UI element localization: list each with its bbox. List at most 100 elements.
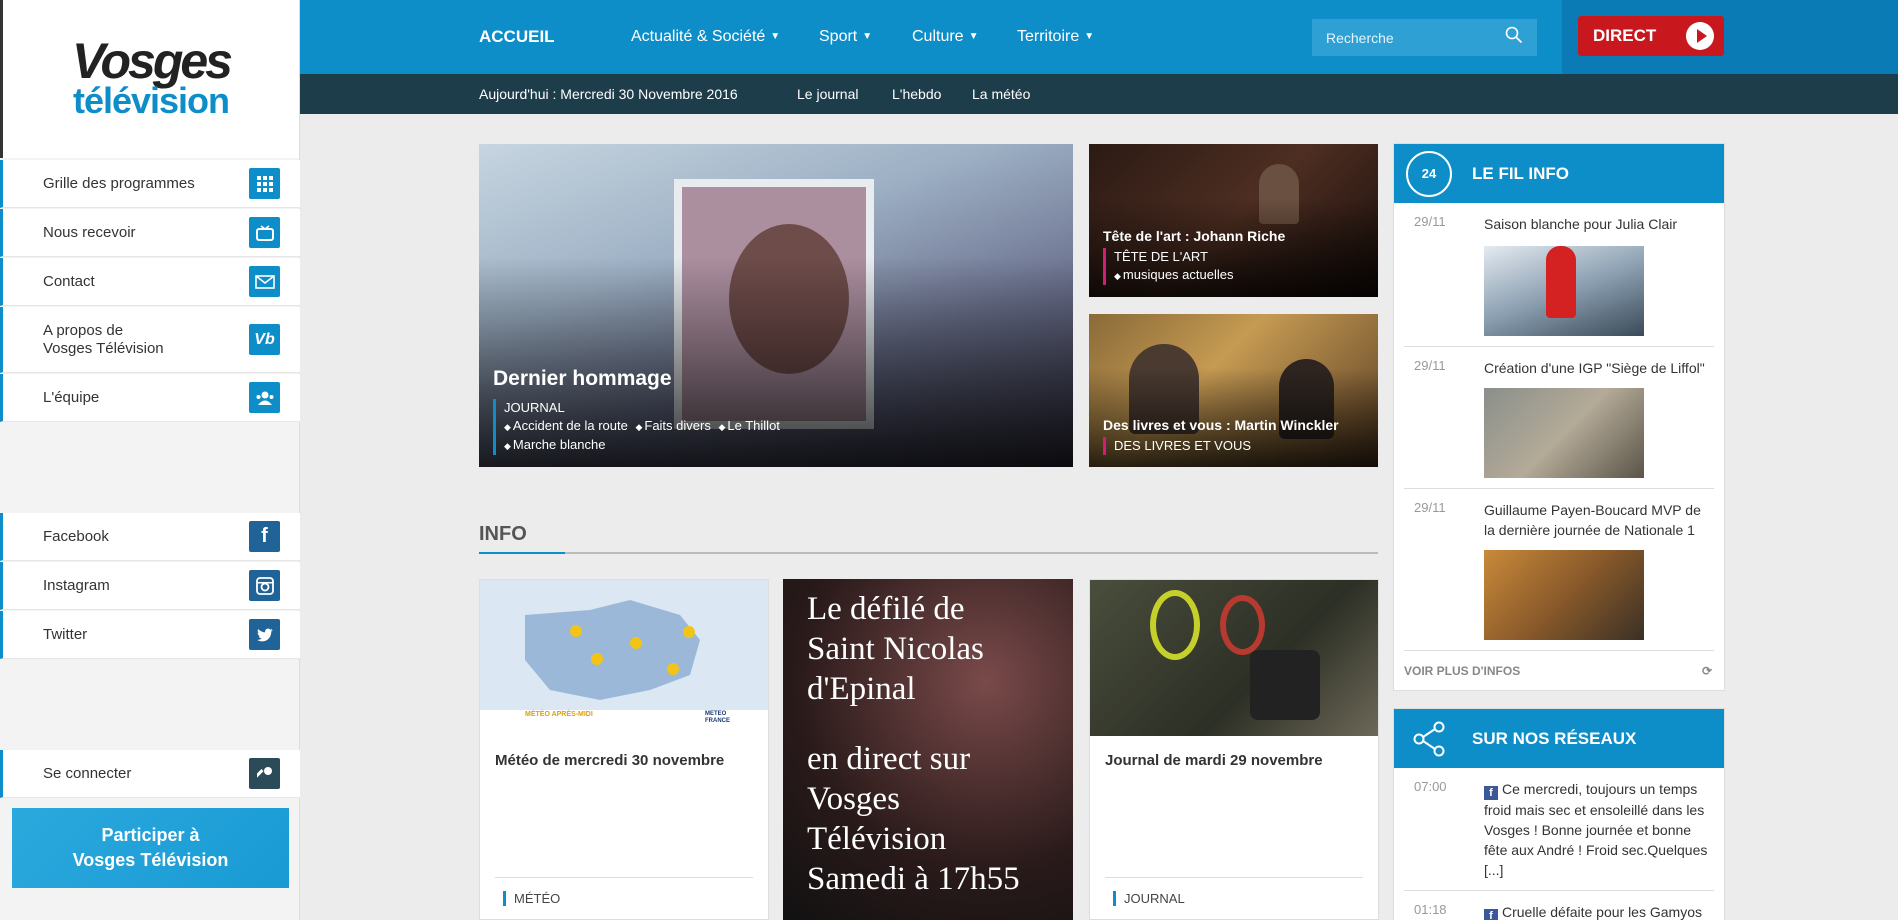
nav-label: Actualité & Société — [631, 28, 766, 45]
journal-image-object-1 — [1150, 590, 1200, 660]
direct-label: DIRECT — [1593, 26, 1657, 45]
nav-label: Territoire — [1017, 28, 1080, 45]
hero-side2-title: Des livres et vous : Martin Winckler — [1103, 417, 1339, 433]
hero-main-meta: JOURNAL Accident de la route Faits diver… — [493, 399, 784, 455]
sidebar-item-facebook[interactable]: Facebook f — [0, 513, 300, 561]
twitter-icon — [249, 619, 280, 650]
subnav-hebdo[interactable]: L'hebdo — [892, 86, 941, 102]
social-post[interactable]: 07:00 f Ce mercredi, toujours un temps fr… — [1404, 768, 1714, 891]
hero-main-category: JOURNAL — [504, 400, 565, 415]
news-item[interactable]: 29/11 Guillaume Payen-Boucard MVP de la … — [1404, 489, 1714, 651]
nav-sport[interactable]: Sport ▼ — [819, 28, 872, 46]
journal-image-object-3 — [1250, 650, 1320, 720]
nav-label: Culture — [912, 28, 964, 45]
news-title: Création d'une IGP "Siège de Liffol" — [1484, 360, 1705, 376]
hero-side1-title: Tête de l'art : Johann Riche — [1103, 228, 1286, 244]
sidebar-item-equipe[interactable]: L'équipe — [0, 374, 300, 422]
direct-area: DIRECT — [1562, 0, 1898, 74]
tag-link[interactable]: musiques actuelles — [1114, 266, 1234, 285]
sidebar-item-recevoir[interactable]: Nous recevoir — [0, 209, 300, 257]
sidebar: Vosges télévision Grille des programmes … — [0, 0, 300, 920]
search-box — [1312, 19, 1537, 56]
news-date: 29/11 — [1414, 358, 1446, 373]
sidebar-item-label: Instagram — [43, 577, 110, 594]
more-news-label: VOIR PLUS D'INFOS — [1404, 664, 1521, 678]
poster-line: Vosges — [807, 781, 900, 817]
logo-vosges: Vosges — [71, 33, 233, 89]
poster-line: en direct sur — [807, 741, 971, 777]
clock-24-icon: 24 — [1406, 150, 1452, 197]
news-item[interactable]: 29/11 Saison blanche pour Julia Clair — [1404, 203, 1714, 347]
poster-line: Le défilé de — [807, 591, 965, 627]
search-icon[interactable] — [1505, 26, 1523, 49]
card-category: MÉTÉO — [503, 891, 561, 906]
reseaux-title: SUR NOS RÉSEAUX — [1472, 728, 1637, 748]
meteo-map-image: MÉTÉO APRÈS-MIDI METEO FRANCE — [480, 580, 768, 736]
fil-info-panel: 24 LE FIL INFO 29/11 Saison blanche pour… — [1393, 143, 1725, 691]
news-thumbnail-figure — [1546, 246, 1576, 318]
news-item[interactable]: 29/11 Création d'une IGP "Siège de Liffo… — [1404, 347, 1714, 489]
direct-button[interactable]: DIRECT — [1578, 16, 1724, 56]
subnav-meteo[interactable]: La météo — [972, 86, 1030, 102]
hero-side-article-2[interactable]: Des livres et vous : Martin Winckler DES… — [1089, 314, 1378, 467]
more-news-link[interactable]: VOIR PLUS D'INFOS ⟳ — [1394, 651, 1724, 688]
hero-side2-category: DES LIVRES ET VOUS — [1114, 438, 1252, 453]
subnav-journal[interactable]: Le journal — [797, 86, 859, 102]
fil-info-title: LE FIL INFO — [1472, 163, 1569, 183]
search-input[interactable] — [1326, 29, 1496, 46]
hero-side-article-1[interactable]: Tête de l'art : Johann Riche TÊTE DE L'A… — [1089, 144, 1378, 297]
participate-button[interactable]: Participer à Vosges Télévision — [12, 808, 289, 888]
grid-icon — [249, 168, 280, 199]
hero-side1-meta: TÊTE DE L'ART musiques actuelles — [1103, 248, 1285, 285]
sidebar-item-contact[interactable]: Contact — [0, 258, 300, 306]
nav-territoire[interactable]: Territoire ▼ — [1017, 28, 1094, 46]
sidebar-item-programmes[interactable]: Grille des programmes — [0, 160, 300, 208]
sidebar-item-label: Se connecter — [43, 765, 132, 782]
news-date: 29/11 — [1414, 500, 1446, 515]
info-card-journal[interactable]: Journal de mardi 29 novembre JOURNAL — [1089, 579, 1379, 920]
nav-actualite[interactable]: Actualité & Société ▼ — [631, 28, 780, 46]
caret-down-icon: ▼ — [1084, 31, 1095, 43]
meteo-france-logo: METEO FRANCE — [705, 711, 730, 724]
sidebar-item-label: Grille des programmes — [43, 175, 195, 192]
sidebar-item-twitter[interactable]: Twitter — [0, 611, 300, 659]
nav-label: Sport — [819, 28, 858, 45]
tag-link[interactable]: Le Thillot — [718, 417, 780, 436]
today-date: Aujourd'hui : Mercredi 30 Novembre 2016 — [479, 86, 738, 102]
nav-culture[interactable]: Culture ▼ — [912, 28, 978, 46]
sidebar-item-instagram[interactable]: Instagram — [0, 562, 300, 610]
facebook-icon: f — [249, 521, 280, 552]
info-card-meteo[interactable]: MÉTÉO APRÈS-MIDI METEO FRANCE Météo de m… — [479, 579, 769, 920]
hero-main-article[interactable]: Dernier hommage JOURNAL Accident de la r… — [479, 144, 1073, 467]
news-title: Guillaume Payen-Boucard MVP de la derniè… — [1484, 502, 1701, 538]
card-title: Météo de mercredi 30 novembre — [495, 752, 725, 769]
refresh-icon[interactable]: ⟳ — [1702, 664, 1712, 678]
post-time: 07:00 — [1414, 779, 1447, 794]
reseaux-header: SUR NOS RÉSEAUX — [1394, 709, 1724, 768]
info-section-title: INFO — [479, 523, 527, 545]
tag-link[interactable]: Accident de la route — [504, 417, 628, 436]
news-thumbnail — [1484, 246, 1644, 336]
caret-down-icon: ▼ — [862, 31, 873, 43]
hero-side1-category: TÊTE DE L'ART — [1114, 249, 1208, 264]
share-icon — [1406, 716, 1452, 762]
key-icon — [249, 758, 280, 789]
sidebar-item-apropos[interactable]: A propos de Vosges Télévision Vb — [0, 307, 300, 373]
logo-television: télévision — [72, 80, 230, 121]
reseaux-panel: SUR NOS RÉSEAUX 07:00 f Ce mercredi, touj… — [1393, 708, 1725, 920]
sidebar-item-login[interactable]: Se connecter — [0, 750, 300, 798]
poster-line: Samedi à 17h55 — [807, 861, 1020, 897]
caret-down-icon: ▼ — [770, 31, 781, 43]
poster-line: Saint Nicolas — [807, 631, 984, 667]
site-logo[interactable]: Vosges télévision — [0, 0, 299, 158]
play-icon — [1686, 22, 1714, 50]
tag-link[interactable]: Faits divers — [635, 417, 710, 436]
sub-navigation: Aujourd'hui : Mercredi 30 Novembre 2016 … — [300, 74, 1898, 114]
hero-main-title: Dernier hommage — [493, 367, 672, 390]
poster-heading: Le défilé de Saint Nicolas d'Epinal — [807, 589, 1049, 709]
tag-link[interactable]: Marche blanche — [504, 436, 606, 455]
social-post[interactable]: 01:18 f Cruelle défaite pour les Gamyos q… — [1404, 891, 1714, 920]
nav-home[interactable]: ACCUEIL — [479, 27, 555, 47]
sidebar-item-label: L'équipe — [43, 389, 100, 406]
info-card-saint-nicolas[interactable]: Le défilé de Saint Nicolas d'Epinal en d… — [783, 579, 1073, 920]
